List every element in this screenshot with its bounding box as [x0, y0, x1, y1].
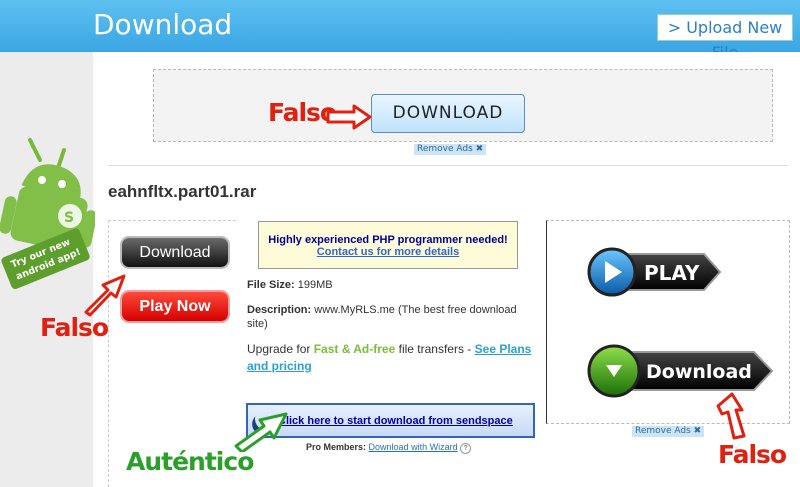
arrow-right-icon: [326, 104, 372, 130]
remove-ads-link-right[interactable]: Remove Ads ✖: [632, 426, 705, 437]
upload-new-file-button[interactable]: > Upload New File: [657, 14, 793, 62]
arrow-up-icon: [716, 392, 746, 440]
download-with-wizard-link[interactable]: Download with Wizard: [369, 442, 458, 452]
pro-members-label: Pro Members:: [306, 442, 367, 452]
file-size-label: File Size:: [247, 279, 295, 291]
fake-play-now-button[interactable]: Play Now: [122, 292, 228, 321]
falso-label-right: Falso: [718, 440, 787, 469]
upgrade-emphasis: Fast & Ad-free: [313, 342, 396, 356]
file-size-value: 199MB: [297, 279, 333, 291]
fake-download-button-left[interactable]: Download: [122, 238, 228, 267]
remove-ads-link[interactable]: Remove Ads ✖: [414, 144, 487, 155]
pro-members-row: Pro Members: Download with Wizard ?: [306, 442, 472, 454]
upgrade-rest: file transfers -: [395, 342, 475, 356]
remove-ads-label: Remove Ads: [417, 144, 473, 154]
autentico-label: Auténtico: [126, 447, 254, 476]
file-size-row: File Size: 199MB: [247, 279, 333, 291]
fake-play-button[interactable]: PLAY: [586, 246, 722, 298]
fake-download-button-right[interactable]: Download: [586, 343, 776, 399]
android-app-ad[interactable]: S Try our newandroid app!: [0, 130, 95, 290]
close-icon: ✖: [475, 144, 484, 154]
falso-label-left: Falso: [40, 313, 109, 342]
description-row: Description: www.MyRLS.me (The best free…: [247, 303, 532, 331]
php-job-ad[interactable]: Highly experienced PHP programmer needed…: [258, 221, 518, 269]
fake-download-button-top[interactable]: DOWNLOAD: [371, 94, 525, 133]
close-icon: ✖: [693, 426, 702, 436]
description-label: Description:: [247, 304, 312, 316]
page-title: Download: [93, 8, 233, 41]
divider: [108, 165, 788, 166]
play-label: PLAY: [644, 261, 700, 285]
upgrade-text: Upgrade for: [247, 342, 314, 356]
arrow-up-right-icon: [234, 412, 288, 452]
file-name: eahnfltx.part01.rar: [108, 182, 257, 201]
help-icon[interactable]: ?: [460, 443, 472, 454]
php-ad-headline: Highly experienced PHP programmer needed…: [268, 234, 508, 246]
php-ad-link[interactable]: Contact us for more details: [259, 246, 517, 258]
arrow-up-right-icon: [84, 274, 126, 317]
remove-ads-label: Remove Ads: [635, 426, 691, 436]
sendspace-download-label: Click here to start download from sendsp…: [278, 415, 513, 427]
upgrade-row: Upgrade for Fast & Ad-free file transfer…: [247, 341, 537, 375]
download-label: Download: [646, 361, 752, 383]
svg-text:S: S: [64, 210, 74, 226]
